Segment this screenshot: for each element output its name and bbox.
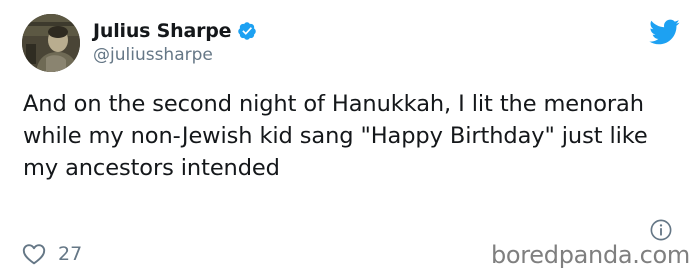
tweet-card: Julius Sharpe @juliussharpe And on the s… [0, 0, 700, 280]
tweet-text: And on the second night of Hanukkah, I l… [23, 91, 648, 181]
like-action[interactable]: 27 [22, 243, 82, 265]
watermark: boredpanda.com [490, 241, 690, 269]
verified-badge-icon [238, 22, 257, 40]
heart-icon[interactable] [22, 243, 46, 265]
info-icon[interactable] [650, 219, 672, 241]
author-display-name[interactable]: Julius Sharpe [93, 20, 232, 42]
avatar-image [22, 14, 80, 72]
author-name-row: Julius Sharpe [93, 20, 257, 42]
like-count: 27 [58, 243, 83, 265]
twitter-bird-icon[interactable] [648, 18, 680, 46]
author-handle[interactable]: @juliussharpe [93, 45, 213, 65]
avatar[interactable] [22, 14, 80, 72]
